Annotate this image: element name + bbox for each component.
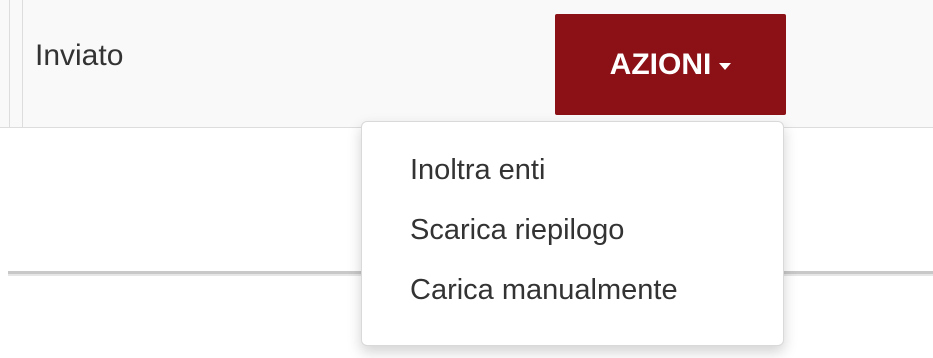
- table-row: Inviato AZIONI: [0, 0, 933, 128]
- menu-item-inoltra-enti[interactable]: Inoltra enti: [362, 140, 783, 200]
- status-cell: Inviato: [22, 0, 544, 127]
- actions-cell: AZIONI: [543, 0, 933, 127]
- table-cell-edge: [0, 0, 10, 127]
- status-text: Inviato: [35, 39, 124, 72]
- actions-dropdown-menu: Inoltra enti Scarica riepilogo Carica ma…: [361, 121, 784, 346]
- menu-item-carica-manualmente[interactable]: Carica manualmente: [362, 260, 783, 320]
- actions-button-label: AZIONI: [609, 47, 712, 81]
- menu-item-scarica-riepilogo[interactable]: Scarica riepilogo: [362, 200, 783, 260]
- caret-down-icon: [719, 62, 732, 70]
- actions-dropdown-button[interactable]: AZIONI: [555, 14, 786, 115]
